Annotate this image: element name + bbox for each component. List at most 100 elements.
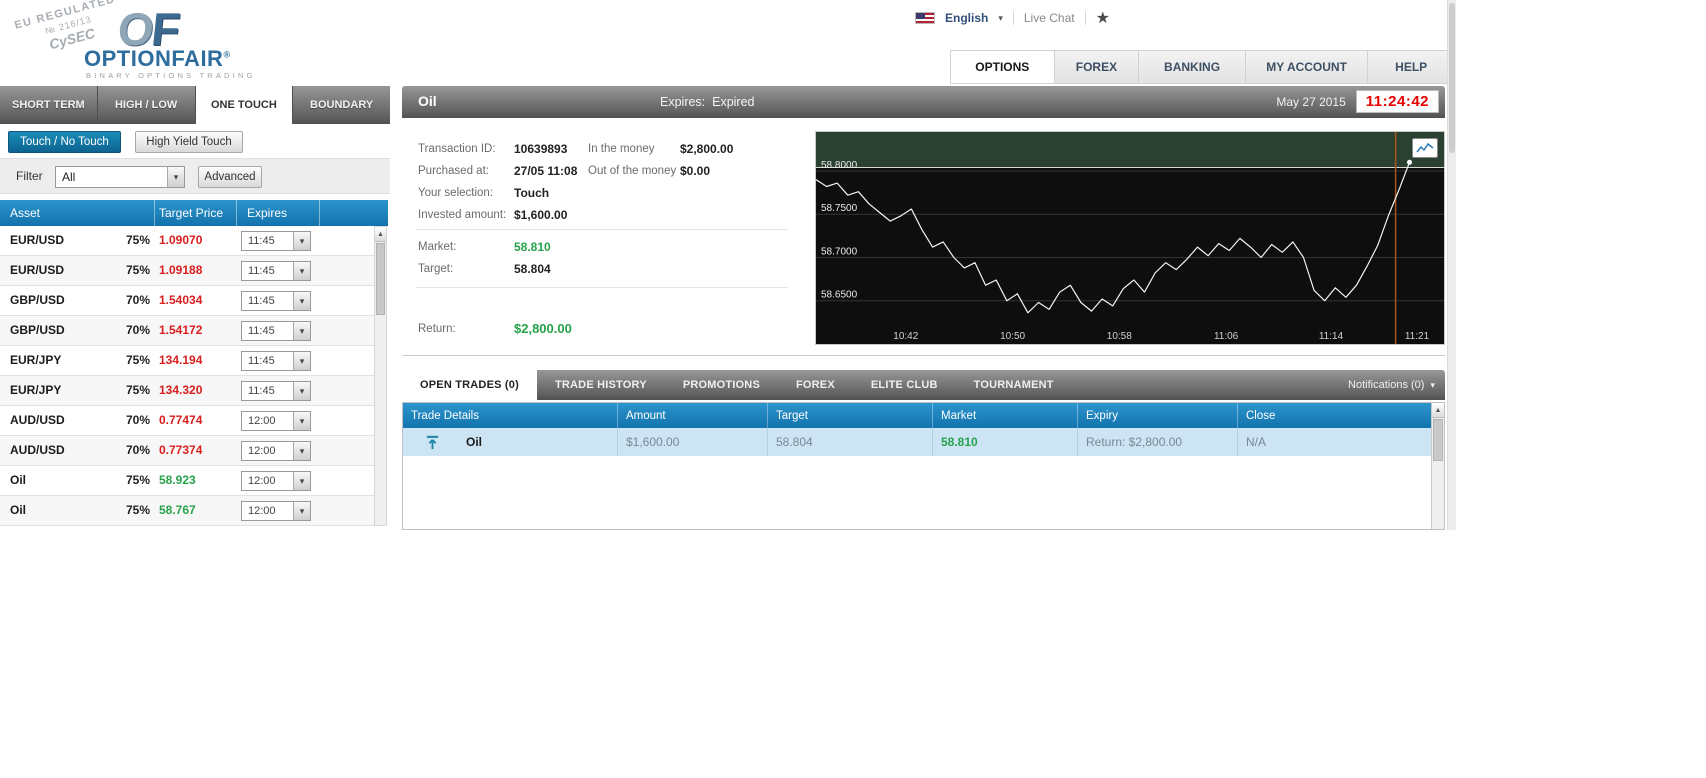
asset-row[interactable]: EUR/JPY 75% 134.320 11:45 ▾	[0, 376, 374, 406]
tab-open-trades[interactable]: OPEN TRADES (0)	[402, 370, 537, 400]
chevron-down-icon[interactable]: ▾	[293, 232, 310, 250]
expiry-value: 11:45	[248, 385, 275, 397]
touch-up-icon	[425, 435, 440, 450]
scroll-up-icon[interactable]: ▲	[375, 227, 386, 242]
trades-table-header: Trade Details Amount Target Market Expir…	[403, 403, 1431, 428]
current-date: May 27 2015	[1276, 94, 1346, 109]
nav-tab-banking[interactable]: BANKING	[1138, 51, 1245, 83]
target-price: 58.767	[159, 503, 196, 517]
chevron-down-icon[interactable]: ▾	[998, 13, 1003, 24]
asset-row[interactable]: AUD/USD 70% 0.77374 12:00 ▾	[0, 436, 374, 466]
us-flag-icon	[915, 12, 935, 24]
trade-expiry: Return: $2,800.00	[1078, 428, 1238, 456]
expiry-value: 12:00	[248, 475, 276, 487]
chevron-down-icon[interactable]: ▾	[293, 502, 310, 520]
trade-market: 58.810	[933, 428, 1078, 456]
column-header-amount: Amount	[618, 403, 768, 428]
asset-row[interactable]: Oil 75% 58.767 12:00 ▾	[0, 496, 374, 526]
nav-tab-options[interactable]: OPTIONS	[951, 51, 1054, 83]
payout-percent: 70%	[125, 413, 150, 427]
asset-row[interactable]: EUR/USD 75% 1.09070 11:45 ▾	[0, 226, 374, 256]
asset-row[interactable]: EUR/USD 75% 1.09188 11:45 ▾	[0, 256, 374, 286]
divider	[416, 229, 788, 230]
open-trades-table: Trade Details Amount Target Market Expir…	[402, 402, 1445, 530]
chevron-down-icon[interactable]: ▾	[293, 262, 310, 280]
tab-promotions[interactable]: PROMOTIONS	[665, 370, 778, 400]
top-header: EU REGULATED № 216/13 CySEC OF OPTIONFAI…	[0, 0, 1456, 86]
expiry-select[interactable]: 11:45 ▾	[241, 231, 311, 251]
expiry-select[interactable]: 11:45 ▾	[241, 261, 311, 281]
expiry-select[interactable]: 12:00 ▾	[241, 411, 311, 431]
asset-row[interactable]: AUD/USD 70% 0.77474 12:00 ▾	[0, 406, 374, 436]
divider	[416, 287, 788, 288]
asset-table: EUR/USD 75% 1.09070 11:45 ▾ EUR/USD 75% 1…	[0, 226, 374, 526]
payout-percent: 75%	[125, 473, 150, 487]
chevron-down-icon[interactable]: ▾	[167, 167, 184, 187]
chevron-down-icon[interactable]: ▾	[293, 442, 310, 460]
expiry-value: 11:45	[248, 325, 275, 337]
tab-tournament[interactable]: TOURNAMENT	[956, 370, 1072, 400]
notifications-dropdown[interactable]: Notifications (0) ▾	[1348, 370, 1435, 400]
expiry-select[interactable]: 11:45 ▾	[241, 351, 311, 371]
open-trade-row[interactable]: Oil $1,600.00 58.804 58.810 Return: $2,8…	[403, 428, 1431, 456]
tab-one-touch[interactable]: ONE TOUCH	[195, 86, 294, 124]
scrollbar-thumb[interactable]	[1433, 419, 1443, 461]
option-type-tabs: SHORT TERM HIGH / LOW ONE TOUCH BOUNDARY	[0, 86, 390, 124]
expiry-select[interactable]: 11:45 ▾	[241, 321, 311, 341]
tab-short-term[interactable]: SHORT TERM	[0, 86, 98, 124]
market-price: 58.810	[514, 240, 551, 254]
chevron-down-icon[interactable]: ▾	[293, 382, 310, 400]
expiry-select[interactable]: 11:45 ▾	[241, 291, 311, 311]
trades-scrollbar[interactable]: ▲	[1431, 403, 1444, 529]
expiry-select[interactable]: 12:00 ▾	[241, 471, 311, 491]
tab-forex[interactable]: FOREX	[778, 370, 853, 400]
high-yield-touch-button[interactable]: High Yield Touch	[135, 131, 243, 153]
nav-tab-help[interactable]: HELP	[1367, 51, 1454, 83]
advanced-button[interactable]: Advanced	[198, 166, 262, 188]
tab-boundary[interactable]: BOUNDARY	[293, 86, 390, 124]
chevron-down-icon[interactable]: ▾	[293, 322, 310, 340]
expiry-select[interactable]: 11:45 ▾	[241, 381, 311, 401]
favorites-star-icon[interactable]: ★	[1096, 8, 1110, 28]
trade-asset-title: Oil	[418, 93, 437, 109]
chevron-down-icon[interactable]: ▾	[293, 412, 310, 430]
asset-row[interactable]: EUR/JPY 75% 134.194 11:45 ▾	[0, 346, 374, 376]
column-header-market: Market	[933, 403, 1078, 428]
selection-value: Touch	[514, 186, 550, 200]
scrollbar-thumb[interactable]	[1449, 3, 1455, 153]
page-scrollbar[interactable]	[1447, 0, 1456, 530]
target-price: 1.09070	[159, 233, 203, 247]
chevron-down-icon[interactable]: ▾	[293, 292, 310, 310]
chevron-down-icon[interactable]: ▾	[293, 472, 310, 490]
chart-type-button[interactable]	[1412, 138, 1438, 158]
tab-elite-club[interactable]: ELITE CLUB	[853, 370, 956, 400]
language-selector[interactable]: English	[945, 11, 988, 25]
filter-select[interactable]: All ▾	[55, 166, 185, 188]
nav-tab-forex[interactable]: FOREX	[1053, 51, 1139, 83]
nav-tab-my-account[interactable]: MY ACCOUNT	[1244, 51, 1368, 83]
live-chat-link[interactable]: Live Chat	[1024, 11, 1075, 25]
target-price: 0.77374	[159, 443, 203, 457]
asset-row[interactable]: Oil 75% 58.923 12:00 ▾	[0, 466, 374, 496]
target-price: 134.194	[159, 353, 203, 367]
scrollbar-thumb[interactable]	[376, 243, 385, 315]
asset-list-scrollbar[interactable]: ▲	[374, 226, 387, 526]
asset-name: EUR/USD	[10, 263, 65, 277]
asset-row[interactable]: GBP/USD 70% 1.54172 11:45 ▾	[0, 316, 374, 346]
expiry-select[interactable]: 12:00 ▾	[241, 501, 311, 521]
trade-amount: $1,600.00	[618, 428, 768, 456]
scroll-up-icon[interactable]: ▲	[1432, 403, 1444, 418]
touch-no-touch-button[interactable]: Touch / No Touch	[8, 131, 121, 153]
chevron-down-icon[interactable]: ▾	[293, 352, 310, 370]
tab-high-low[interactable]: HIGH / LOW	[98, 86, 196, 124]
column-header-close: Close	[1246, 409, 1276, 422]
payout-percent: 70%	[125, 293, 150, 307]
expires-status: Expires: Expired	[660, 95, 755, 109]
trade-asset: Oil	[466, 435, 483, 449]
trade-titlebar: Oil Expires: Expired May 27 2015 11:24:4…	[402, 86, 1445, 118]
asset-row[interactable]: GBP/USD 70% 1.54034 11:45 ▾	[0, 286, 374, 316]
filter-select-value: All	[62, 170, 76, 184]
brand-text: OPTIONFAIR	[84, 46, 224, 71]
tab-trade-history[interactable]: TRADE HISTORY	[537, 370, 665, 400]
expiry-select[interactable]: 12:00 ▾	[241, 441, 311, 461]
